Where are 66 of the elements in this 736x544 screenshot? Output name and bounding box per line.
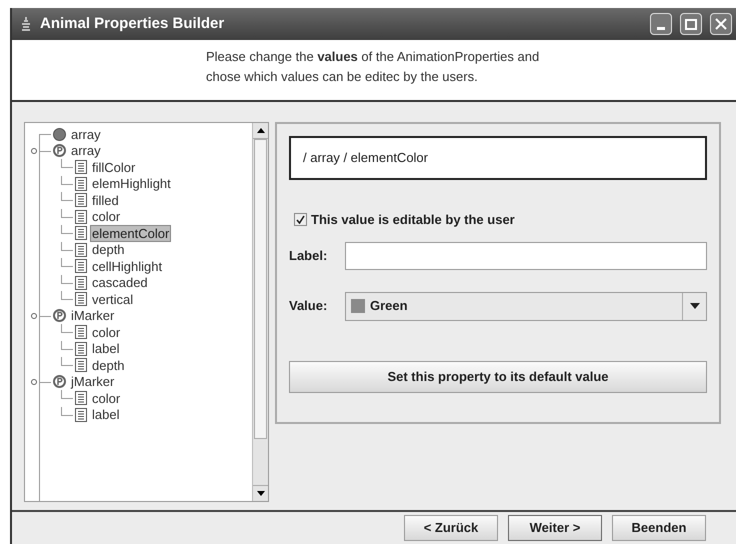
maximize-icon	[685, 18, 697, 30]
wizard-button[interactable]: Weiter >	[508, 515, 602, 541]
document-icon	[75, 226, 87, 240]
label-caption: Label:	[289, 246, 328, 265]
document-icon	[75, 292, 87, 306]
scroll-down-icon	[256, 491, 264, 496]
tree-item[interactable]: color	[90, 208, 122, 226]
editable-checkbox[interactable]	[294, 213, 307, 226]
tree-item[interactable]: label	[90, 406, 122, 424]
document-icon	[75, 391, 87, 406]
document-icon	[75, 276, 87, 290]
property-path: / array / elementColor	[289, 136, 707, 180]
tree-item[interactable]: cascaded	[90, 274, 150, 292]
document-icon	[75, 176, 87, 191]
selected-value: Green	[370, 297, 409, 316]
tree-item[interactable]: fillColor	[90, 158, 138, 176]
tree-item[interactable]: color	[90, 324, 122, 341]
p-circle-icon	[53, 375, 66, 388]
tree-item[interactable]: jMarker	[69, 373, 116, 390]
scroll-thumb[interactable]	[254, 139, 267, 439]
document-icon	[75, 325, 87, 340]
close-button[interactable]	[710, 13, 732, 35]
close-icon	[715, 18, 727, 30]
expanded-handle-icon[interactable]	[31, 312, 37, 318]
scrollbar[interactable]	[252, 123, 268, 501]
tree-item[interactable]: vertical	[90, 290, 136, 308]
tree-item[interactable]: depth	[90, 241, 127, 258]
app-icon	[20, 16, 32, 32]
expanded-handle-icon[interactable]	[31, 148, 37, 154]
value-caption: Value:	[289, 297, 328, 316]
scroll-up-icon	[256, 128, 264, 133]
tree-item[interactable]: label	[90, 340, 122, 358]
maximize-button[interactable]	[680, 13, 702, 35]
tree-item[interactable]: filled	[90, 192, 121, 209]
tree-item[interactable]: depth	[90, 356, 127, 374]
document-icon	[75, 242, 87, 257]
default-value-button[interactable]: Set this property to its default value	[289, 360, 707, 392]
document-icon	[75, 160, 87, 174]
checkbox-label: This value is editable by the user	[311, 211, 515, 229]
document-icon	[75, 358, 87, 372]
tree-item[interactable]: iMarker	[69, 307, 116, 324]
tree-item[interactable]: array	[69, 126, 103, 143]
tree-item[interactable]: elemHighlight	[90, 175, 173, 192]
tree-item[interactable]: color	[90, 390, 122, 407]
document-icon	[75, 259, 87, 274]
p-circle-icon	[53, 309, 66, 322]
dropdown-arrow-icon	[690, 303, 700, 309]
tree-item[interactable]: array	[69, 142, 103, 160]
label-input[interactable]	[345, 242, 707, 270]
wizard-button[interactable]: Beenden	[612, 515, 706, 541]
wizard-button[interactable]: < Zurück	[404, 515, 498, 541]
window-title: Animal Properties Builder	[40, 14, 224, 34]
document-icon	[75, 342, 87, 356]
tree-item[interactable]: elementColor	[90, 224, 172, 242]
value-dropdown[interactable]: Green	[345, 292, 707, 320]
check-icon	[296, 215, 305, 224]
document-icon	[75, 408, 87, 422]
document-icon	[75, 210, 87, 224]
circle-icon	[53, 128, 66, 141]
instructions-text: Please change the values of the AnimationProperties and chose which values can be editec by the users.	[206, 48, 540, 86]
minimize-button[interactable]	[650, 13, 672, 35]
document-icon	[75, 193, 87, 208]
minimize-icon	[657, 27, 665, 30]
tree-item[interactable]: cellHighlight	[90, 258, 164, 275]
expanded-handle-icon[interactable]	[31, 378, 37, 384]
p-circle-icon	[53, 144, 66, 158]
